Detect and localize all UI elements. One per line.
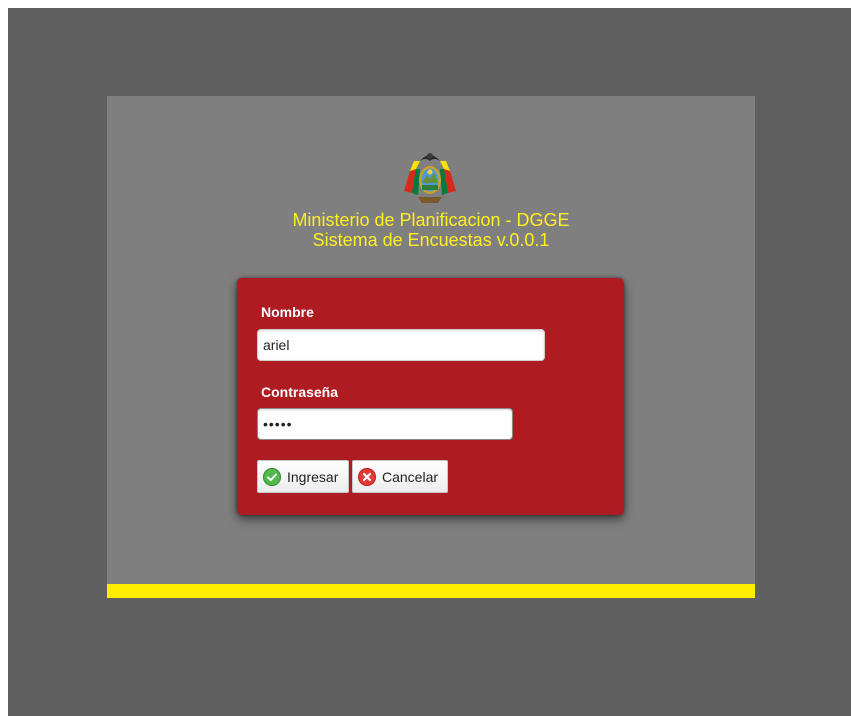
ingresar-button[interactable]: Ingresar xyxy=(257,460,349,493)
password-label: Contraseña xyxy=(261,384,339,400)
login-panel: Ministerio de Planificacion - DGGE Siste… xyxy=(107,96,755,598)
password-input[interactable] xyxy=(257,408,513,440)
ingresar-button-label: Ingresar xyxy=(287,468,339,485)
cancelar-button-label: Cancelar xyxy=(382,468,439,485)
system-subtitle: Sistema de Encuestas v.0.0.1 xyxy=(312,230,550,250)
ministry-title: Ministerio de Planificacion - DGGE xyxy=(292,210,570,230)
yellow-footer-stripe xyxy=(107,584,755,598)
nombre-input[interactable] xyxy=(257,329,545,361)
x-circle-icon xyxy=(358,467,376,486)
page-background: Ministerio de Planificacion - DGGE Siste… xyxy=(8,8,851,716)
coat-of-arms-logo xyxy=(400,147,460,207)
check-circle-icon xyxy=(263,467,281,486)
login-form: Nombre Contraseña Ingresar xyxy=(237,278,624,515)
nombre-label: Nombre xyxy=(261,304,314,320)
cancelar-button[interactable]: Cancelar xyxy=(352,460,448,493)
